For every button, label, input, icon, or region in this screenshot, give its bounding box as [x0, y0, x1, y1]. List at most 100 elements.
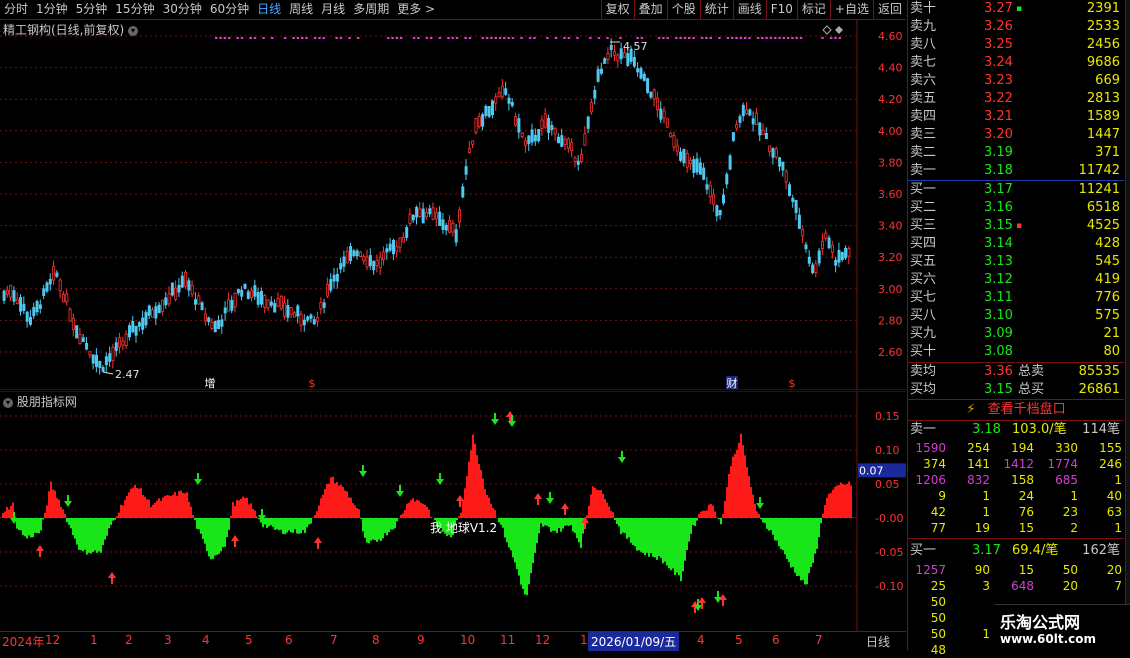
period-tab-6[interactable]: 日线	[253, 0, 285, 19]
indicator-chart[interactable]: 0.150.100.05-0.00-0.05-0.100.07我 地球V1.2	[0, 391, 906, 631]
period-label[interactable]: 日线	[866, 633, 890, 650]
histogram-bar	[798, 518, 800, 576]
queue-volume: 7	[1084, 578, 1122, 594]
action-button-2[interactable]: 个股	[667, 0, 700, 19]
period-tab-7[interactable]: 周线	[285, 0, 317, 19]
candlestick-chart[interactable]: 4.604.404.204.003.803.603.403.203.002.80…	[0, 20, 906, 390]
thousand-level-button[interactable]: ⚡查看千档盘口	[908, 400, 1124, 420]
histogram-bar	[550, 518, 552, 532]
candle-body	[841, 252, 843, 259]
signal-dot	[512, 37, 515, 39]
diamond-icon[interactable]	[823, 26, 831, 34]
histogram-bar	[82, 518, 84, 551]
bid-level[interactable]: 买三3.154525▪	[908, 217, 1124, 235]
histogram-bar	[746, 467, 748, 518]
period-tab-4[interactable]: 30分钟	[159, 0, 206, 19]
histogram-bar	[708, 505, 710, 518]
histogram-bar	[188, 502, 190, 518]
histogram-bar	[414, 501, 416, 518]
ask-level[interactable]: 卖六3.23669	[908, 72, 1124, 90]
bid-level[interactable]: 买七3.11776	[908, 289, 1124, 307]
histogram-bar	[184, 493, 186, 518]
level-label: 买七	[910, 289, 936, 307]
period-tab-1[interactable]: 1分钟	[32, 0, 72, 19]
signal-dot	[563, 37, 566, 39]
histogram-bar	[574, 518, 576, 533]
ask-level[interactable]: 卖七3.249686	[908, 54, 1124, 72]
chevron-down-icon[interactable]: ▾	[128, 26, 138, 36]
bid-level[interactable]: 买二3.166518	[908, 199, 1124, 217]
candle-body	[218, 320, 220, 328]
queue-volume: 40	[1084, 488, 1122, 504]
queue-volume: 1	[1084, 520, 1122, 536]
candle-body	[284, 303, 286, 316]
level-volume: 2391	[1087, 0, 1120, 18]
histogram-bar	[282, 518, 284, 534]
histogram-bar	[106, 518, 108, 536]
bid-level[interactable]: 买六3.12419	[908, 271, 1124, 289]
signal-dot	[667, 37, 670, 39]
period-tab-5[interactable]: 60分钟	[206, 0, 253, 19]
histogram-bar	[292, 518, 294, 533]
signal-dot	[783, 37, 786, 39]
ask-level[interactable]: 卖一3.1811742	[908, 162, 1124, 180]
period-tab-3[interactable]: 15分钟	[111, 0, 158, 19]
action-button-6[interactable]: 标记	[797, 0, 830, 19]
histogram-bar	[850, 485, 852, 518]
action-button-7[interactable]: +自选	[830, 0, 873, 19]
histogram-bar	[200, 518, 202, 534]
action-button-1[interactable]: 叠加	[634, 0, 667, 19]
action-button-8[interactable]: 返回	[873, 0, 906, 19]
ask-level[interactable]: 卖五3.222813	[908, 90, 1124, 108]
bid-level[interactable]: 买八3.10575	[908, 307, 1124, 325]
candle-body	[260, 291, 262, 304]
level-price: 3.19	[984, 144, 1013, 162]
ask-level[interactable]: 卖二3.19371	[908, 144, 1124, 162]
action-button-0[interactable]: 复权	[601, 0, 634, 19]
histogram-bar	[558, 518, 560, 528]
ask-level[interactable]: 卖十3.272391▪	[908, 0, 1124, 18]
period-tab-2[interactable]: 5分钟	[72, 0, 112, 19]
ask-level[interactable]: 卖九3.262533	[908, 18, 1124, 36]
histogram-bar	[238, 500, 240, 518]
diamond-icon[interactable]	[835, 26, 843, 34]
candle-body	[376, 260, 378, 265]
ask-level[interactable]: 卖三3.201447	[908, 126, 1124, 144]
chevron-down-icon[interactable]: ▾	[3, 398, 13, 408]
histogram-bar	[224, 518, 226, 547]
candle-body	[696, 159, 698, 172]
panel-scrollbar[interactable]	[1125, 0, 1130, 650]
action-button-4[interactable]: 画线	[733, 0, 766, 19]
candle-body	[538, 129, 540, 140]
date-tick-label: 6	[772, 633, 780, 647]
level-label: 卖一	[910, 162, 936, 180]
down-arrow-icon	[64, 495, 72, 507]
ask-level[interactable]: 卖四3.211589	[908, 108, 1124, 126]
histogram-bar	[610, 511, 612, 518]
ask-level[interactable]: 卖八3.252456	[908, 36, 1124, 54]
candle-body	[178, 285, 180, 292]
candle-body	[10, 285, 12, 297]
bid-level[interactable]: 买五3.13545	[908, 253, 1124, 271]
bid-level[interactable]: 买九3.0921	[908, 325, 1124, 343]
signal-dot	[636, 37, 639, 39]
sell-queue-row: 37414114121774246	[908, 456, 1124, 472]
candle-body	[590, 103, 592, 112]
period-tab-8[interactable]: 月线	[317, 0, 349, 19]
signal-dot	[400, 37, 403, 39]
period-tab-10[interactable]: 更多 >	[393, 0, 439, 19]
candle-body	[39, 305, 41, 309]
action-button-5[interactable]: F10	[766, 0, 797, 19]
period-tab-0[interactable]: 分时	[0, 0, 32, 19]
bid-level[interactable]: 买一3.1711241	[908, 181, 1124, 199]
candle-body	[779, 158, 781, 167]
bid-level[interactable]: 买十3.0880	[908, 343, 1124, 361]
candle-body	[429, 209, 431, 214]
histogram-bar	[744, 455, 746, 518]
period-tab-9[interactable]: 多周期	[349, 0, 393, 19]
candle-body	[482, 115, 484, 127]
queue-volume: 141	[952, 456, 990, 472]
action-button-3[interactable]: 统计	[700, 0, 733, 19]
signal-dot	[228, 37, 231, 39]
bid-level[interactable]: 买四3.14428	[908, 235, 1124, 253]
